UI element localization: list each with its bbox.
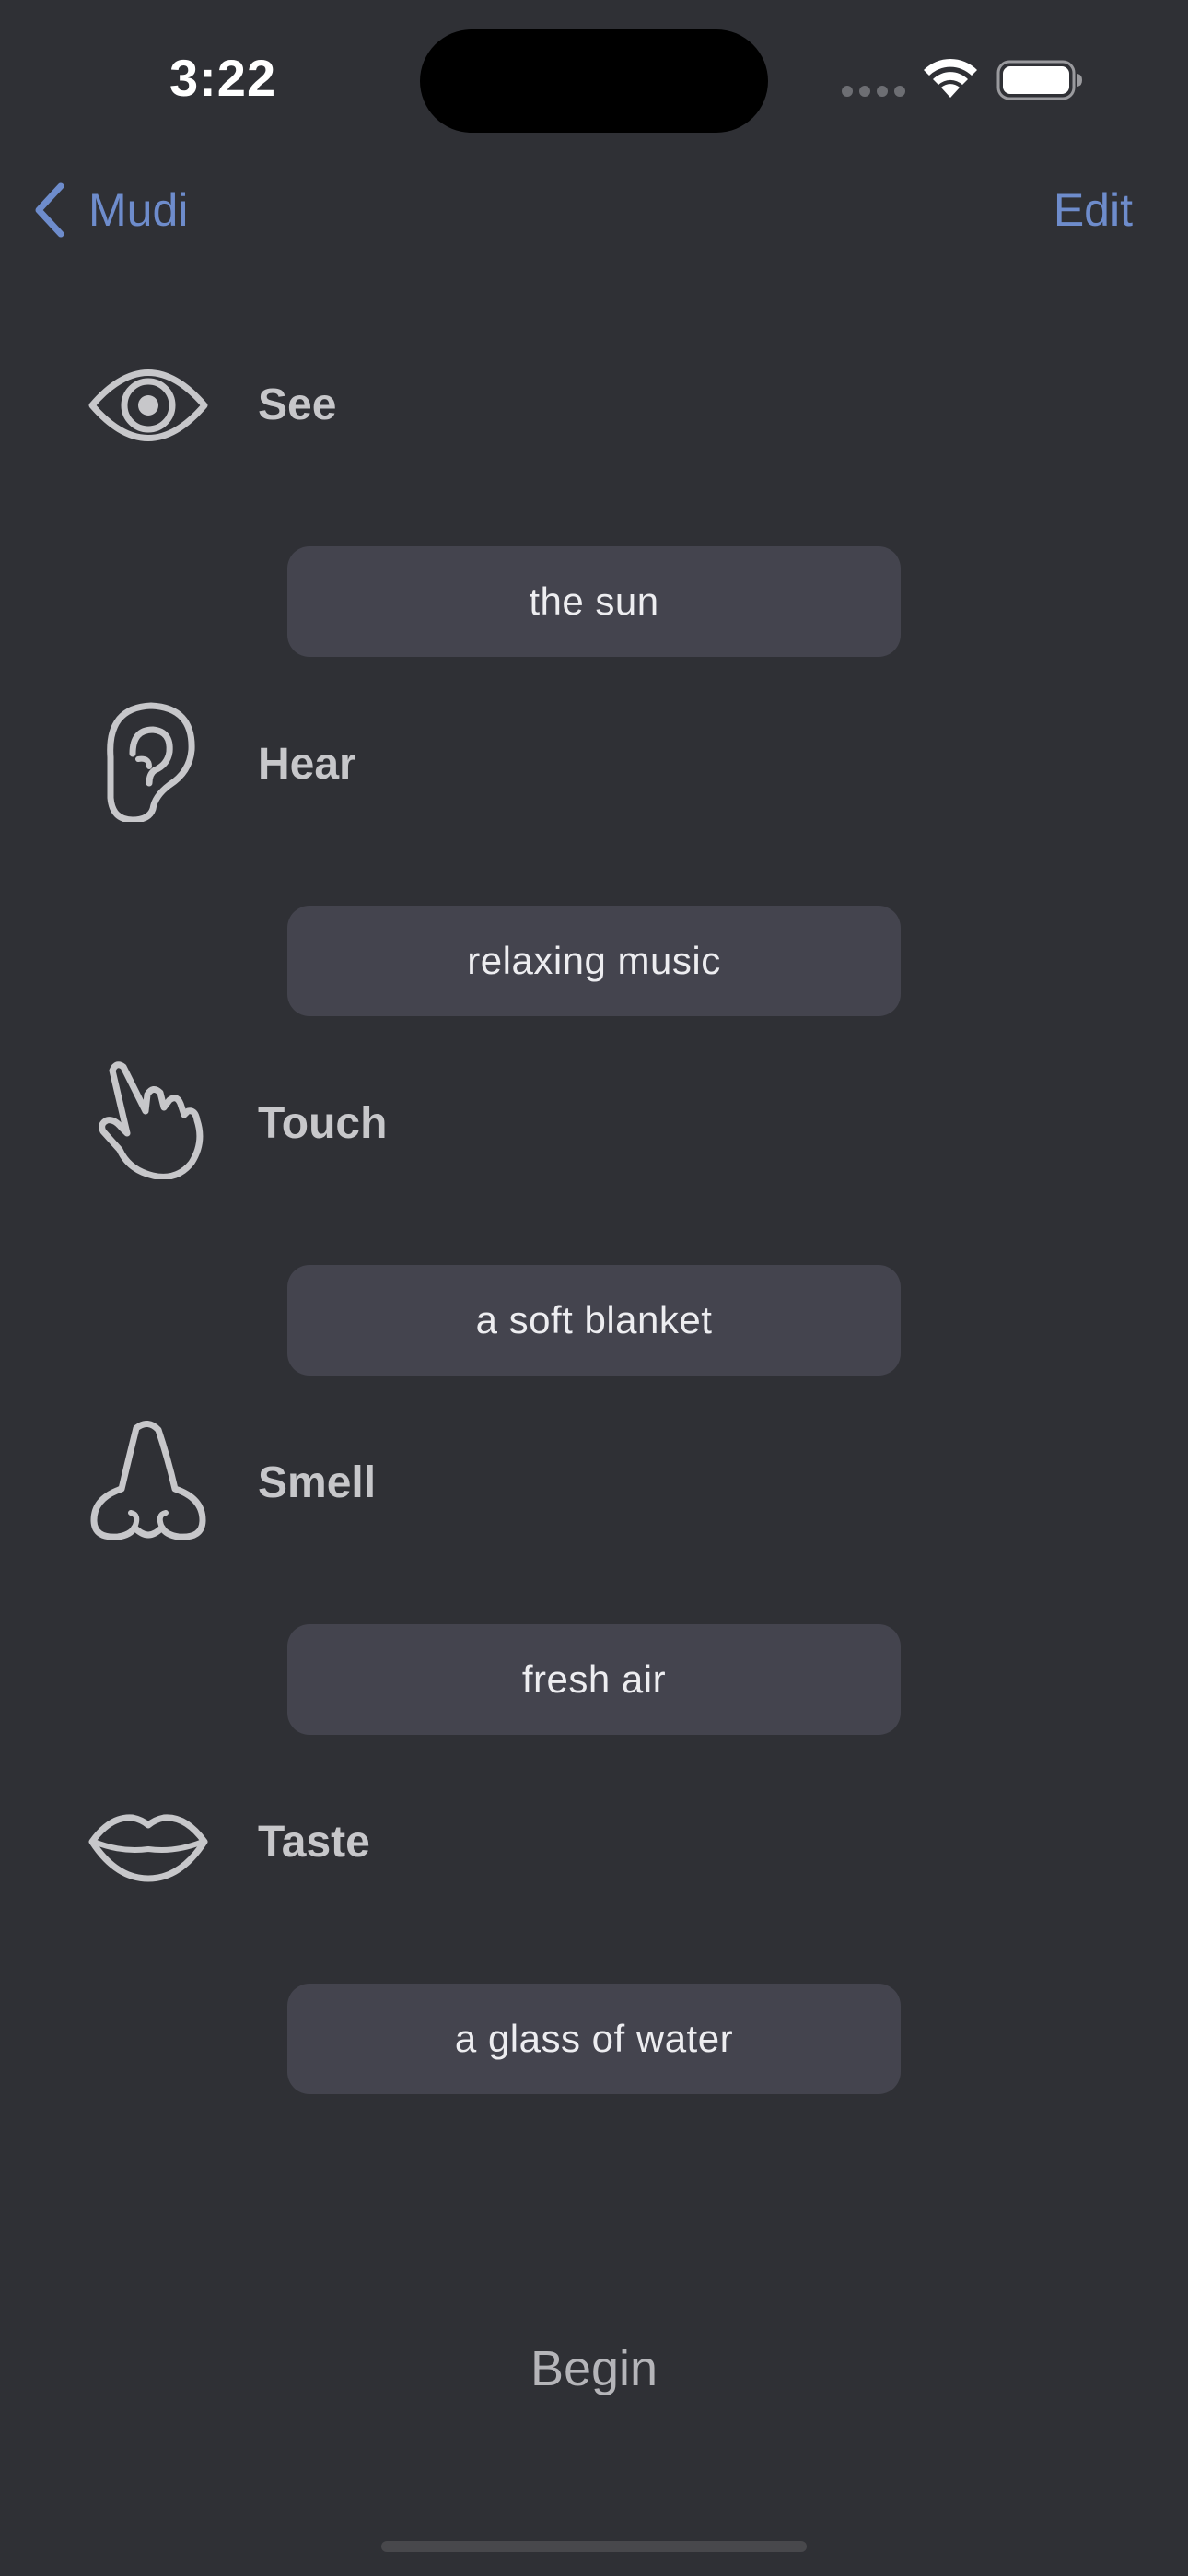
sense-label-touch: Touch	[258, 1099, 388, 1148]
wifi-icon	[921, 55, 980, 100]
battery-icon	[996, 59, 1085, 101]
sense-label-smell: Smell	[258, 1458, 377, 1507]
sense-value-touch[interactable]: a soft blanket	[287, 1265, 901, 1376]
sense-value-hear[interactable]: relaxing music	[287, 906, 901, 1016]
back-button-label: Mudi	[88, 184, 189, 236]
sense-label-hear: Hear	[258, 740, 356, 789]
signal-icon	[842, 86, 906, 97]
sense-value-taste[interactable]: a glass of water	[287, 1984, 901, 2094]
lips-icon	[88, 1783, 208, 1903]
chevron-left-icon	[35, 182, 64, 238]
eye-icon	[88, 345, 208, 465]
hand-pointer-icon	[88, 1060, 208, 1179]
sense-value-smell[interactable]: fresh air	[287, 1624, 901, 1735]
ear-icon	[88, 702, 208, 822]
home-indicator[interactable]	[381, 2541, 807, 2552]
nose-icon	[88, 1421, 208, 1540]
sense-value-see[interactable]: the sun	[287, 546, 901, 657]
sense-label-see: See	[258, 381, 337, 429]
back-button[interactable]: Mudi	[33, 181, 188, 240]
edit-button[interactable]: Edit	[1054, 181, 1133, 240]
sense-label-taste: Taste	[258, 1818, 370, 1867]
begin-button[interactable]: Begin	[0, 2340, 1188, 2397]
dynamic-island	[420, 29, 768, 133]
status-time: 3:22	[169, 49, 277, 107]
